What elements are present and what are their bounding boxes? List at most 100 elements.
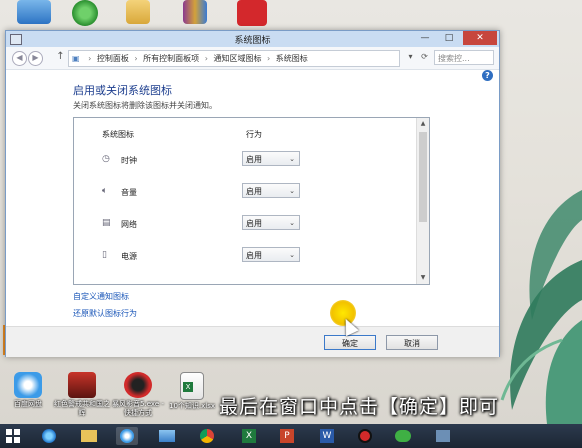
behavior-select-network[interactable]: 启用 ⌄	[242, 215, 300, 230]
scroll-up-icon[interactable]: ▲	[417, 118, 429, 130]
refresh-icon[interactable]: ⟳	[418, 51, 431, 64]
storm-player-icon	[124, 372, 152, 398]
restore-default-behavior-link[interactable]: 还原默认图标行为	[73, 308, 137, 319]
item-name: 时钟	[121, 156, 137, 165]
customize-notification-icons-link[interactable]: 自定义通知图标	[73, 291, 129, 302]
chevron-down-icon: ⌄	[289, 155, 295, 163]
column-header-behavior: 行为	[246, 130, 262, 139]
scroll-thumb[interactable]	[419, 132, 427, 222]
forward-arrow-icon[interactable]: ▶	[28, 51, 43, 66]
control-panel-icon	[159, 430, 175, 442]
close-button[interactable]: ✕	[463, 31, 497, 45]
page-title: 启用或关闭系统图标	[73, 84, 172, 97]
taskbar-powerpoint[interactable]: P	[276, 427, 298, 445]
select-value: 启用	[246, 155, 262, 164]
taskbar-excel[interactable]: X	[238, 427, 260, 445]
taskbar-ie[interactable]	[38, 427, 60, 445]
chevron-down-icon: ⌄	[289, 187, 295, 195]
taskbar-wechat[interactable]	[392, 427, 414, 445]
app-icon	[436, 430, 450, 442]
control-panel-icon: ▣	[72, 54, 80, 63]
taskbar-app[interactable]	[432, 427, 454, 445]
back-arrow-icon[interactable]: ◀	[12, 51, 27, 66]
breadcrumb-separator: ›	[204, 54, 208, 63]
desktop-icon-archive[interactable]	[165, 0, 225, 24]
select-value: 启用	[246, 251, 262, 260]
select-value: 启用	[246, 219, 262, 228]
desktop-icon-label: 暴风影音5.exe - 快捷方式	[112, 400, 164, 417]
desktop-icon-red-alert[interactable]: 红色警戒共和国之辉	[52, 372, 112, 418]
select-value: 启用	[246, 187, 262, 196]
search-input[interactable]: 搜索控...	[434, 50, 494, 65]
breadcrumb-item[interactable]: 所有控制面板项	[143, 54, 199, 63]
desktop-icon-netease-music[interactable]	[222, 0, 282, 26]
item-name: 网络	[121, 220, 137, 229]
item-name: 电源	[121, 252, 137, 261]
clock-icon: ◷	[102, 154, 110, 164]
desktop-icon-baidu-cloud[interactable]: 百度网盘	[0, 372, 58, 409]
desktop-icon-ie[interactable]	[55, 0, 115, 26]
archive-icon	[183, 0, 207, 24]
breadcrumb-item[interactable]: 控制面板	[97, 54, 129, 63]
desktop-icon-storm-player[interactable]: 暴风影音5.exe - 快捷方式	[108, 372, 168, 418]
list-item: ◷ 时钟 启用 ⌄	[74, 151, 414, 171]
desktop-icon-excel-file[interactable]: X 10个知识.xlsx	[162, 372, 222, 411]
desktop-icon-label: 百度网盘	[14, 400, 42, 408]
taskbar-file-explorer[interactable]	[78, 427, 100, 445]
desktop-icon-folder[interactable]	[108, 0, 168, 24]
wechat-icon	[395, 430, 411, 442]
scroll-down-icon[interactable]: ▼	[417, 272, 429, 284]
ie-icon	[72, 0, 98, 26]
column-header-icon: 系统图标	[102, 130, 134, 139]
system-icons-list: 系统图标 行为 ◷ 时钟 启用 ⌄ 🔈︎ 音量 启用 ⌄ ▤ 网络 启用 ⌄ ▯ 电源…	[73, 117, 430, 285]
minimize-button[interactable]: —	[413, 31, 437, 45]
word-icon: W	[320, 429, 334, 443]
ok-button[interactable]: 确定	[324, 335, 376, 350]
dropdown-arrow-icon[interactable]: ▾	[404, 51, 417, 64]
breadcrumb-item[interactable]: 通知区域图标	[213, 54, 261, 63]
list-item: 🔈︎ 音量 启用 ⌄	[74, 183, 414, 203]
ie-icon	[42, 429, 56, 443]
breadcrumb-separator: ›	[267, 54, 271, 63]
power-icon: ▯	[102, 250, 107, 260]
windows-logo-icon	[6, 429, 12, 435]
page-description: 关闭系统图标将删除该图标并关闭通知。	[73, 101, 217, 110]
list-item: ▤ 网络 启用 ⌄	[74, 215, 414, 235]
desktop-icon-label: 红色警戒共和国之辉	[54, 400, 110, 417]
red-alert-icon	[68, 372, 96, 398]
breadcrumb-item[interactable]: 系统图标	[276, 54, 308, 63]
taskbar: X P W	[0, 424, 582, 448]
button-bar: 确定 取消	[6, 326, 499, 357]
list-scrollbar[interactable]: ▲ ▼	[416, 118, 429, 284]
up-arrow-icon[interactable]: ↑	[54, 51, 67, 64]
tutorial-caption: 最后在窗口中点击【确定】即可	[219, 396, 500, 418]
taskbar-chrome[interactable]	[196, 427, 218, 445]
chrome-icon	[200, 429, 214, 443]
taskbar-control-panel[interactable]	[156, 427, 178, 445]
behavior-select-power[interactable]: 启用 ⌄	[242, 247, 300, 262]
windows-logo-icon	[14, 437, 20, 443]
list-item: ▯ 电源 启用 ⌄	[74, 247, 414, 267]
behavior-select-clock[interactable]: 启用 ⌄	[242, 151, 300, 166]
breadcrumb-separator: ›	[88, 54, 92, 63]
baidu-cloud-icon	[14, 372, 42, 398]
breadcrumb-separator: ›	[134, 54, 138, 63]
taskbar-record[interactable]	[354, 427, 376, 445]
record-icon	[358, 429, 372, 443]
volume-icon: 🔈︎	[102, 186, 108, 196]
powerpoint-icon: P	[280, 429, 294, 443]
netease-music-icon	[237, 0, 267, 26]
taskbar-baidu-cloud[interactable]	[116, 427, 138, 445]
taskbar-word[interactable]: W	[316, 427, 338, 445]
address-bar[interactable]: ▣ › 控制面板 › 所有控制面板项 › 通知区域图标 › 系统图标	[68, 50, 400, 67]
cancel-button[interactable]: 取消	[386, 335, 438, 350]
maximize-button[interactable]: □	[437, 31, 461, 45]
baidu-cloud-icon	[120, 429, 134, 443]
excel-icon: X	[242, 429, 256, 443]
start-button[interactable]	[6, 429, 20, 443]
title-bar[interactable]: 系统图标 — □ ✕	[6, 31, 499, 47]
help-icon[interactable]: ?	[482, 70, 493, 81]
windows-logo-icon	[14, 429, 20, 435]
system-icons-window: 系统图标 — □ ✕ ◀ ▶ ↑ ▣ › 控制面板 › 所有控制面板项 › 通知…	[5, 30, 500, 357]
behavior-select-volume[interactable]: 启用 ⌄	[242, 183, 300, 198]
